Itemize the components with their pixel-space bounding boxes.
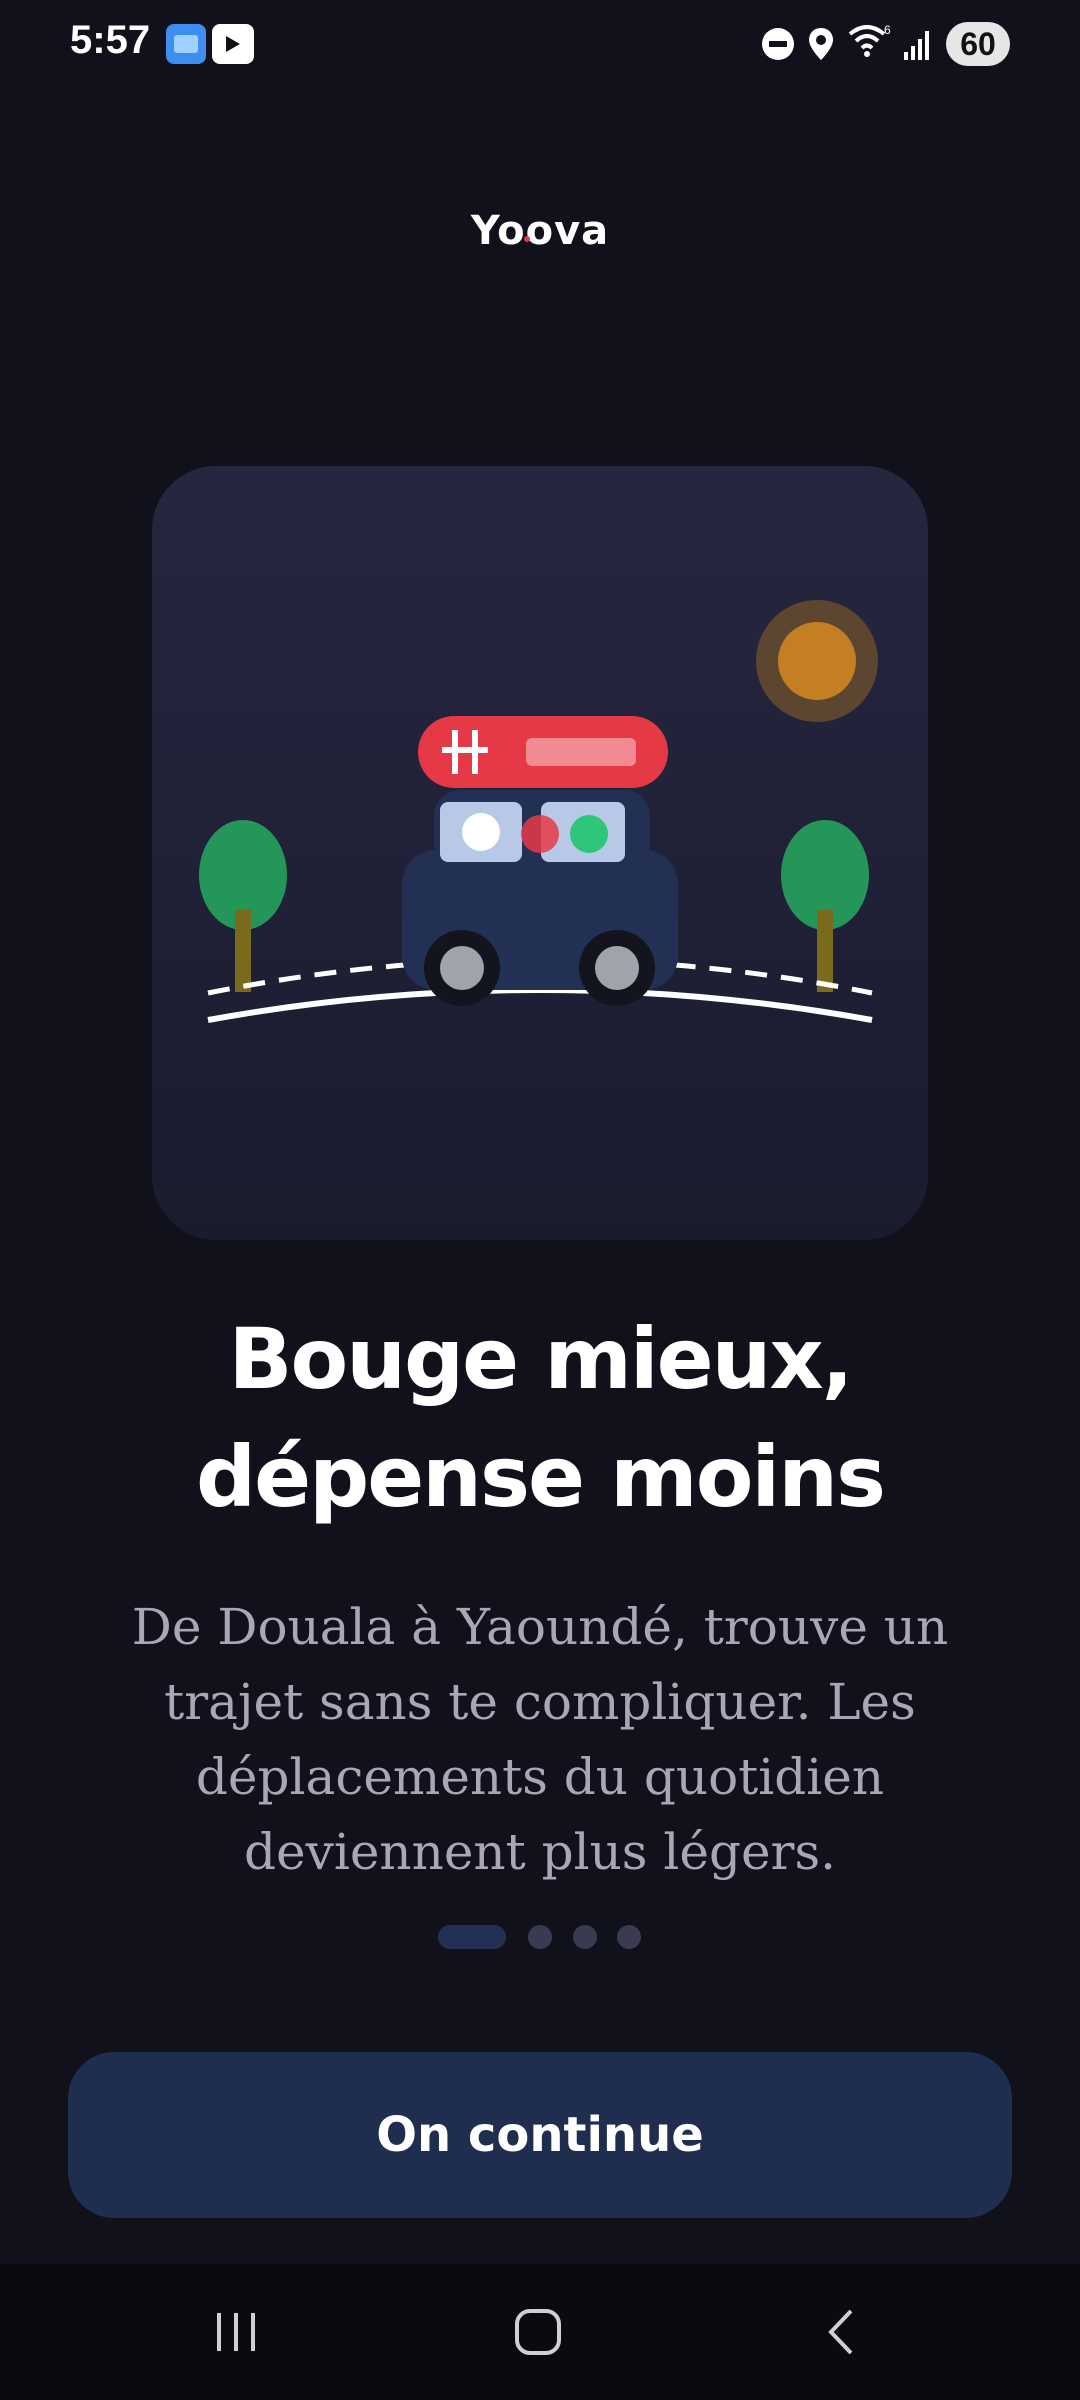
wifi-label: 6 <box>884 23 891 37</box>
youtube-icon <box>212 24 254 64</box>
page-dot <box>573 1925 597 1949</box>
recents-button[interactable] <box>146 2264 326 2400</box>
continue-button[interactable]: On continue <box>68 2052 1012 2218</box>
battery-indicator: 60 <box>946 22 1010 66</box>
headline-line-2: dépense moins <box>195 1428 886 1526</box>
status-time: 5:57 <box>70 18 151 62</box>
brand-accent-dot <box>524 236 530 242</box>
headline-line-1: Bouge mieux, <box>228 1310 853 1408</box>
status-bar: 5:57 6 60 <box>0 0 1080 88</box>
bus-icon <box>402 716 678 1006</box>
wifi-icon: 6 <box>848 23 891 57</box>
sun-icon <box>756 600 878 722</box>
page-dot <box>528 1925 552 1949</box>
page-dot <box>617 1925 641 1949</box>
gallery-app-icon <box>166 24 206 64</box>
brand-logo: Yoova <box>470 208 610 254</box>
back-button[interactable] <box>750 2264 930 2400</box>
home-icon <box>515 2309 561 2355</box>
page-indicator <box>0 1925 1080 1949</box>
illustration-card <box>152 466 928 1240</box>
tree-icon <box>781 820 869 992</box>
page-dot-active <box>438 1925 506 1949</box>
headline: Bouge mieux, dépense moins <box>0 1300 1080 1536</box>
dnd-icon <box>762 28 794 60</box>
back-icon <box>828 2309 853 2355</box>
tree-icon <box>199 820 287 992</box>
recents-icon <box>217 2313 255 2351</box>
home-button[interactable] <box>448 2264 628 2400</box>
signal-icon <box>904 31 929 60</box>
location-icon <box>809 28 833 60</box>
description-text: De Douala à Yaoundé, trouve un trajet sa… <box>131 1598 949 1881</box>
system-nav-bar <box>0 2264 1080 2400</box>
